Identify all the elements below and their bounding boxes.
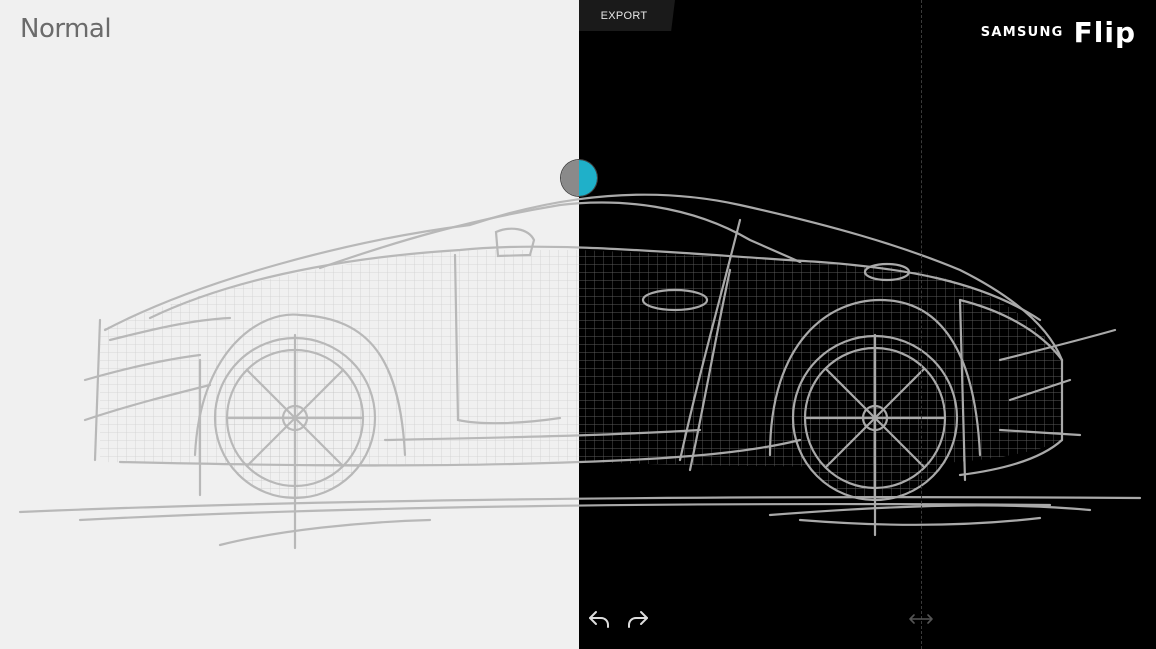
redo-icon [628, 611, 648, 628]
export-button[interactable]: EXPORT [579, 0, 675, 31]
brand-logo: SAMSUNG Flip [981, 16, 1136, 49]
vertical-guide-line [921, 0, 922, 649]
view-mode-label: Normal [20, 14, 112, 44]
handle-right-half [579, 160, 597, 196]
horizontal-resize-button[interactable] [906, 604, 936, 634]
redo-button[interactable] [623, 604, 653, 634]
brand-flip: Flip [1073, 16, 1136, 49]
split-slider-handle[interactable] [561, 160, 597, 196]
handle-left-half [561, 160, 579, 196]
car-sketch-canvas [18, 193, 1142, 550]
brand-samsung: SAMSUNG [980, 25, 1064, 40]
horizontal-resize-icon [909, 614, 933, 624]
undo-icon [589, 611, 609, 628]
undo-button[interactable] [584, 604, 614, 634]
